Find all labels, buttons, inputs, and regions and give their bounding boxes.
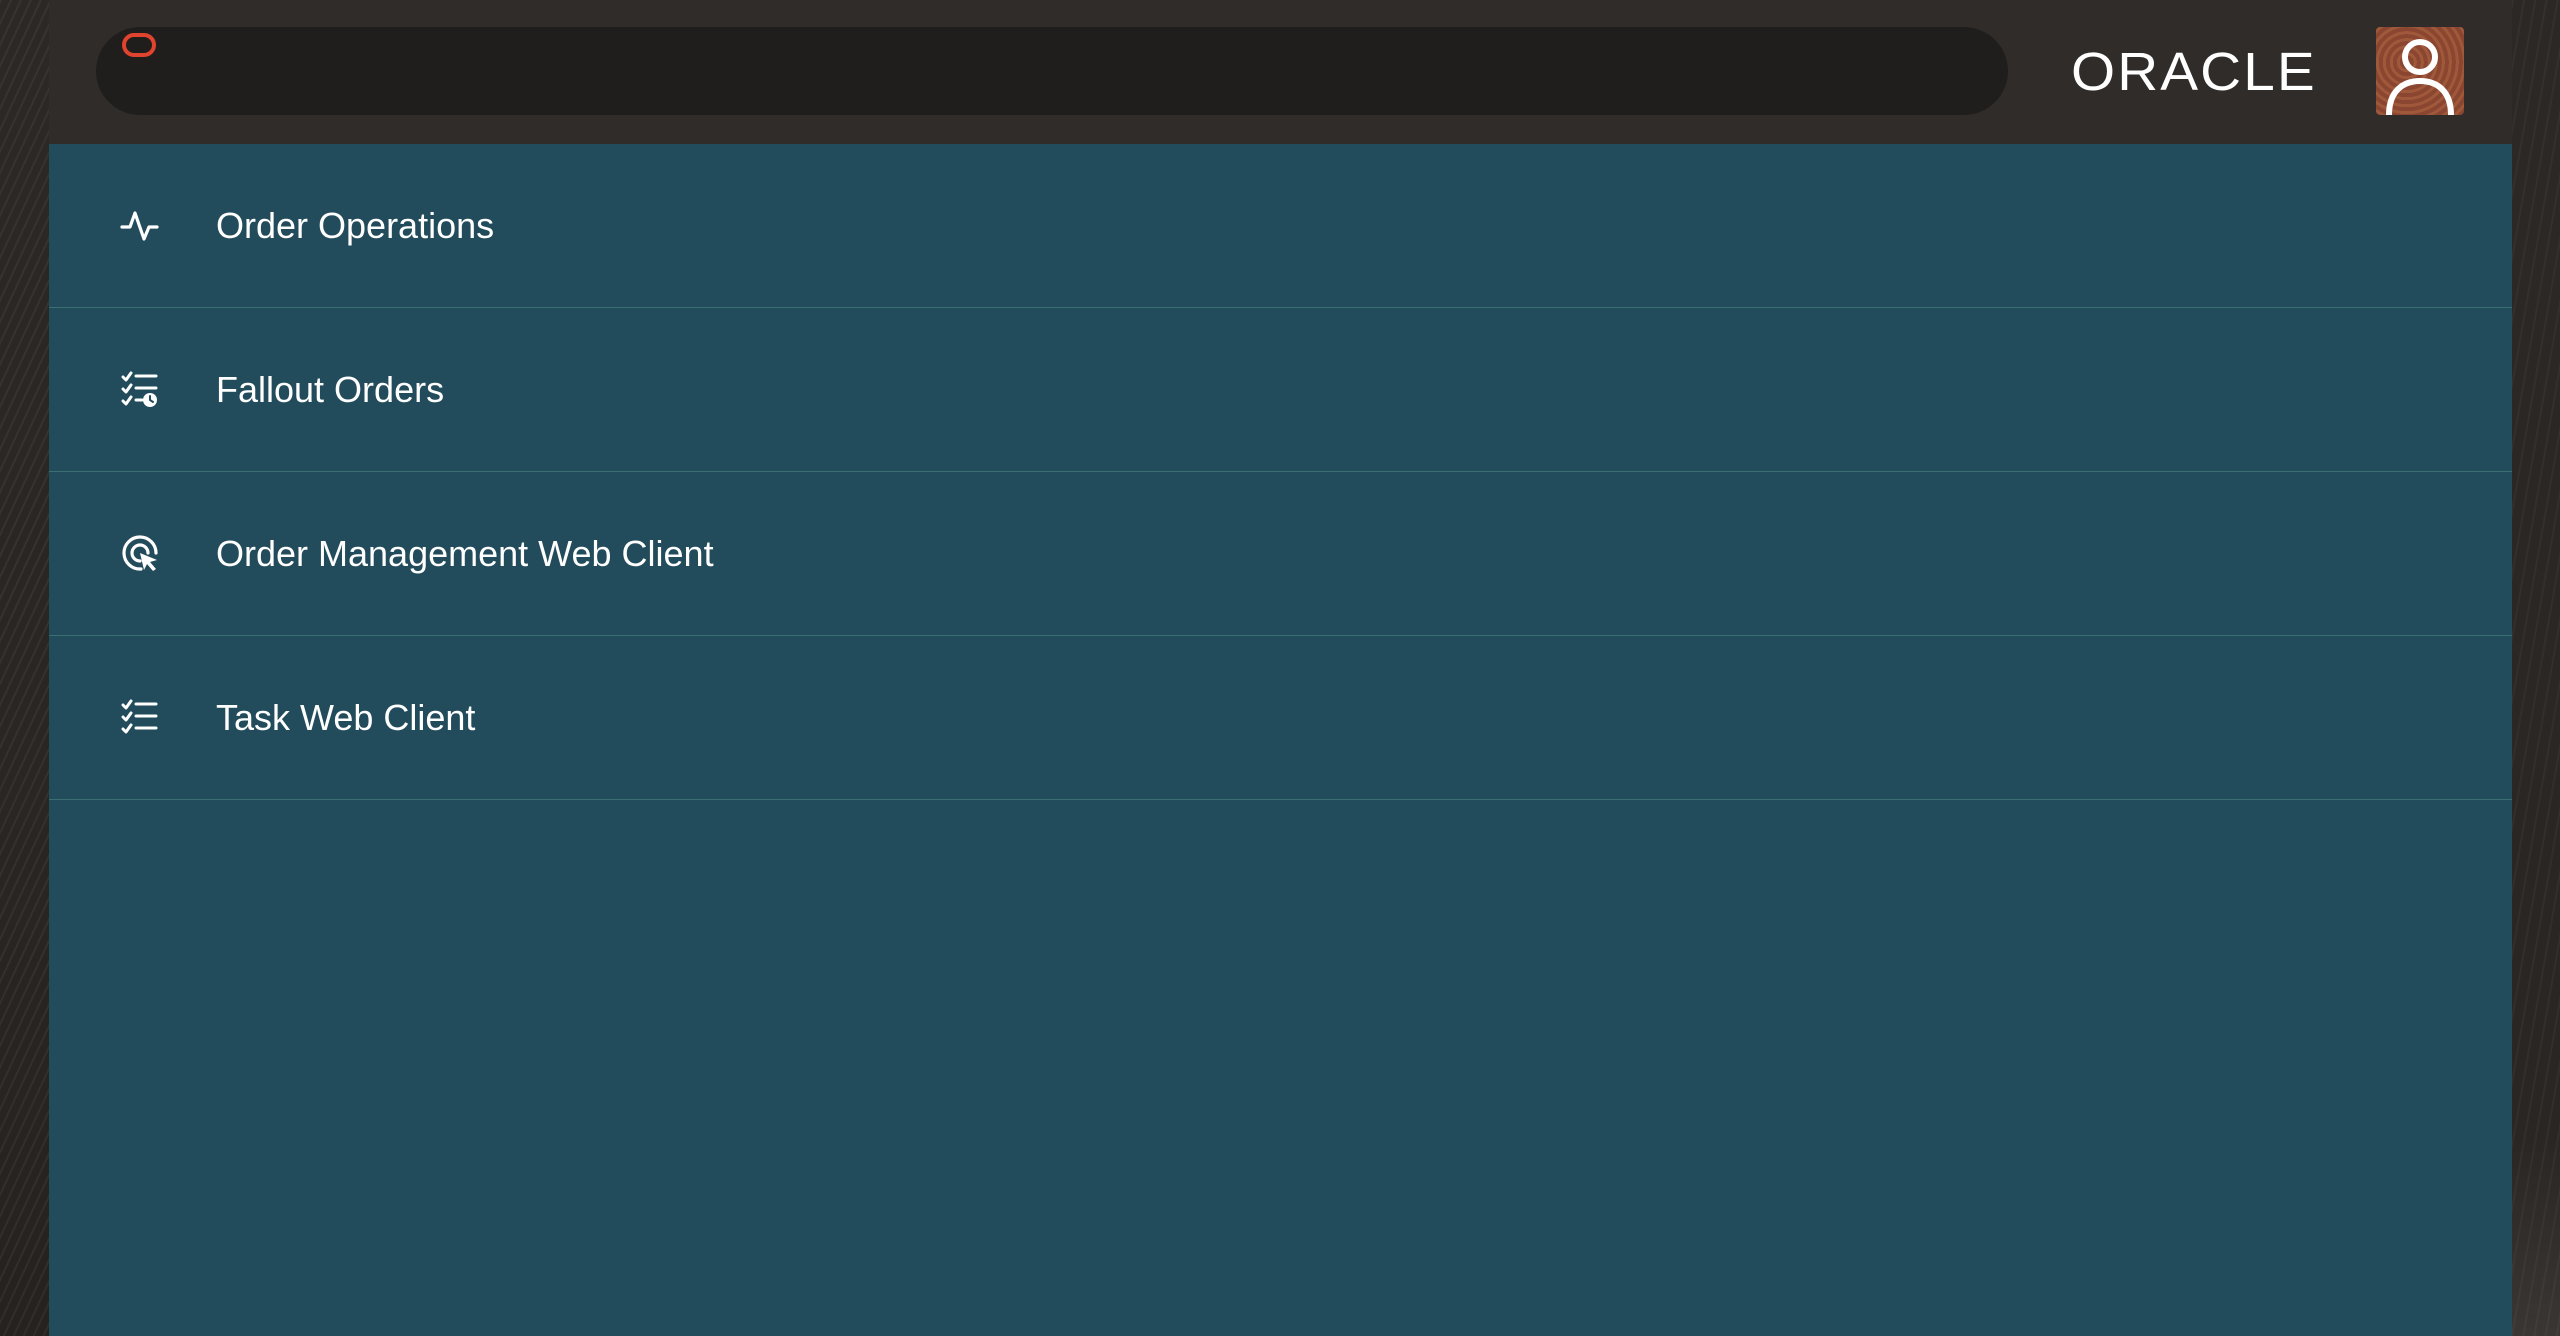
oracle-logo: ORACLE [2071,42,2317,102]
background-pattern-right [2512,0,2560,1336]
menu-item-order-management-web-client[interactable]: Order Management Web Client [49,472,2512,636]
menu-item-task-web-client[interactable]: Task Web Client [49,636,2512,800]
menu-item-label: Order Management Web Client [216,533,714,574]
navigation-menu: Order Operations Fallout Orders Order Ma… [49,144,2512,800]
activity-icon [120,205,160,245]
page: ORACLE Order Operations Fallout Orders O… [0,0,2560,1336]
menu-item-order-operations[interactable]: Order Operations [49,144,2512,308]
background-pattern-left [0,0,49,1336]
search-input[interactable] [96,27,2008,115]
menu-item-label: Order Operations [216,205,495,246]
checklist-icon [120,697,160,737]
menu-item-fallout-orders[interactable]: Fallout Orders [49,308,2512,472]
main-panel: ORACLE Order Operations Fallout Orders O… [49,0,2512,1336]
avatar[interactable] [2376,27,2464,115]
checklist-clock-icon [120,369,160,409]
oracle-o-logo-icon[interactable] [122,33,156,57]
menu-item-label: Fallout Orders [216,369,445,410]
user-icon [2386,39,2454,115]
menu-item-label: Task Web Client [216,697,476,738]
pointer-target-icon [120,533,160,573]
header-bar: ORACLE [49,0,2512,144]
